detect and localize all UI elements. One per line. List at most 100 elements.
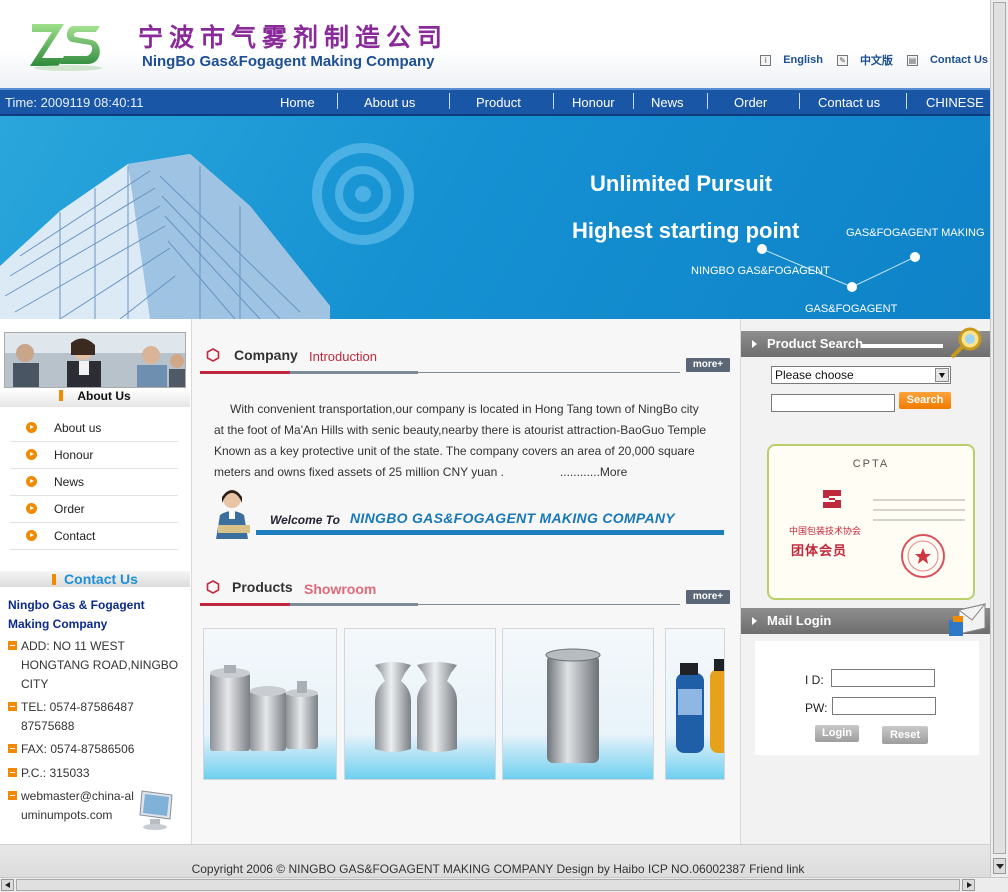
orange-arrow-icon — [26, 503, 37, 514]
nav-contact[interactable]: Contact us — [818, 95, 880, 110]
nav-product[interactable]: Product — [476, 95, 521, 110]
cpta-certificate: CPTA 中国包装技术协会 团体会员 — [767, 444, 975, 600]
orange-arrow-icon — [26, 422, 37, 433]
header-stripe — [861, 344, 943, 348]
login-button[interactable]: Login — [815, 725, 859, 742]
intro-text: With convenient transportation,our compa… — [214, 399, 710, 483]
scroll-right-arrow-icon[interactable] — [962, 879, 975, 891]
nav-divider — [337, 93, 338, 109]
id-label: I D: — [805, 673, 824, 687]
receptionist-image — [216, 490, 250, 539]
banner-tag: GAS&FOGAGENT — [805, 303, 898, 315]
nav-home[interactable]: Home — [280, 95, 315, 110]
nav-about[interactable]: About us — [364, 95, 415, 110]
search-input[interactable] — [771, 394, 895, 412]
sidebar-item-label[interactable]: Contact — [54, 529, 95, 543]
about-us-title: About Us — [0, 389, 190, 407]
reset-button[interactable]: Reset — [882, 726, 928, 744]
english-link-label[interactable]: English — [783, 54, 823, 66]
contact-address: ADD: NO 11 WEST HONGTANG ROAD,NINGBO CIT… — [8, 637, 188, 694]
sidebar-item-honour[interactable]: Honour — [10, 442, 178, 469]
search-button[interactable]: Search — [899, 392, 951, 409]
main-content: Company Introduction more+ With convenie… — [192, 319, 740, 844]
divider — [200, 371, 290, 374]
banner-tag: GAS&FOGAGENT MAKING — [846, 227, 985, 239]
dropdown-arrow-icon[interactable] — [935, 368, 949, 382]
banner-headline-1: Unlimited Pursuit — [590, 171, 773, 196]
contact-us-title: Contact Us — [0, 571, 190, 587]
horizontal-scrollbar[interactable] — [0, 877, 1008, 892]
top-links: i English ✎ 中文版 ▤ Contact Us — [746, 52, 988, 68]
products-title: Products — [232, 579, 293, 595]
scrollbar-thumb[interactable] — [16, 879, 960, 891]
logo-icon[interactable] — [28, 18, 106, 72]
contact-tel-text: TEL: 0574-87586487 87575688 — [21, 700, 134, 733]
scrollbar-thumb[interactable] — [993, 2, 1006, 854]
cpta-logo-icon — [823, 490, 841, 508]
vertical-scrollbar[interactable] — [990, 0, 1008, 877]
certificate-heading: CPTA — [852, 458, 890, 470]
category-select-value: Please choose — [775, 368, 854, 382]
contact-link[interactable]: ▤ Contact Us — [906, 54, 988, 66]
product-image-can[interactable] — [502, 628, 654, 780]
sidebar-item-label[interactable]: Order — [54, 502, 85, 516]
category-select[interactable]: Please choose — [771, 366, 951, 384]
product-image-sport-bottles[interactable] — [665, 628, 725, 780]
sidebar-item-about[interactable]: About us — [10, 415, 178, 442]
sidebar-item-order[interactable]: Order — [10, 496, 178, 523]
intro-title: Company — [234, 347, 298, 363]
product-image-bottles[interactable] — [344, 628, 496, 780]
about-us-title-text: About Us — [77, 389, 131, 403]
mail-login-title: Mail Login — [767, 613, 832, 628]
contact-email-text[interactable]: webmaster@china-aluminumpots.com — [8, 787, 138, 825]
nav-divider — [707, 93, 708, 109]
welcome-banner: Welcome To NINGBO GAS&FOGAGENT MAKING CO… — [208, 485, 724, 539]
nav-divider — [449, 93, 450, 109]
company-name-cn: 宁波市气雾剂制造公司 — [138, 23, 449, 52]
intro-more-link[interactable]: ............More — [560, 465, 627, 479]
login-form: I D: PW: Login Reset — [755, 641, 979, 755]
sidebar-item-label[interactable]: About us — [54, 421, 101, 435]
sidebar-item-label[interactable]: Honour — [54, 448, 93, 462]
chinese-link[interactable]: ✎ 中文版 — [836, 52, 893, 68]
welcome-company-name: NINGBO GAS&FOGAGENT MAKING COMPANY — [350, 510, 675, 526]
contact-email[interactable]: webmaster@china-aluminumpots.com — [8, 787, 138, 825]
contact-address-text: ADD: NO 11 WEST HONGTANG ROAD,NINGBO CIT… — [21, 639, 179, 691]
edit-icon: ✎ — [836, 54, 848, 66]
sidebar-item-label[interactable]: News — [54, 475, 84, 489]
pw-label: PW: — [805, 701, 828, 715]
scroll-left-arrow-icon[interactable] — [1, 879, 14, 891]
nav-news[interactable]: News — [651, 95, 684, 110]
title-bar-icon — [59, 390, 64, 401]
bullet-icon — [8, 744, 17, 753]
chinese-link-label[interactable]: 中文版 — [860, 52, 893, 68]
title-bar-icon — [52, 574, 57, 585]
password-input[interactable] — [832, 697, 936, 715]
nav-honour[interactable]: Honour — [572, 95, 615, 110]
divider — [200, 603, 290, 606]
product-search-header: Product Search — [741, 327, 991, 359]
scroll-down-arrow-icon[interactable] — [993, 858, 1006, 874]
orange-arrow-icon — [26, 476, 37, 487]
contact-link-label[interactable]: Contact Us — [930, 54, 988, 66]
products-more-button[interactable]: more+ — [686, 590, 730, 604]
banner-graphic — [0, 143, 920, 319]
bullet-icon — [8, 702, 17, 711]
nav-divider — [553, 93, 554, 109]
hexagon-icon — [206, 348, 220, 362]
certificate-member: 团体会员 — [791, 543, 848, 558]
product-image-cans[interactable] — [203, 628, 337, 780]
id-input[interactable] — [831, 669, 935, 687]
magnifier-icon — [950, 327, 982, 359]
sidebar-item-contact[interactable]: Contact — [10, 523, 178, 550]
contact-icon: ▤ — [906, 54, 918, 66]
certificate-org: 中国包装技术协会 — [789, 526, 862, 536]
products-section-header: Products Showroom — [200, 571, 730, 607]
sidebar-item-news[interactable]: News — [10, 469, 178, 496]
nav-chinese[interactable]: CHINESE — [926, 95, 984, 110]
mail-login-header: Mail Login — [741, 603, 991, 636]
intro-more-button[interactable]: more+ — [686, 358, 730, 372]
english-link[interactable]: i English — [760, 54, 823, 66]
nav-order[interactable]: Order — [734, 95, 767, 110]
team-photo — [4, 332, 186, 388]
